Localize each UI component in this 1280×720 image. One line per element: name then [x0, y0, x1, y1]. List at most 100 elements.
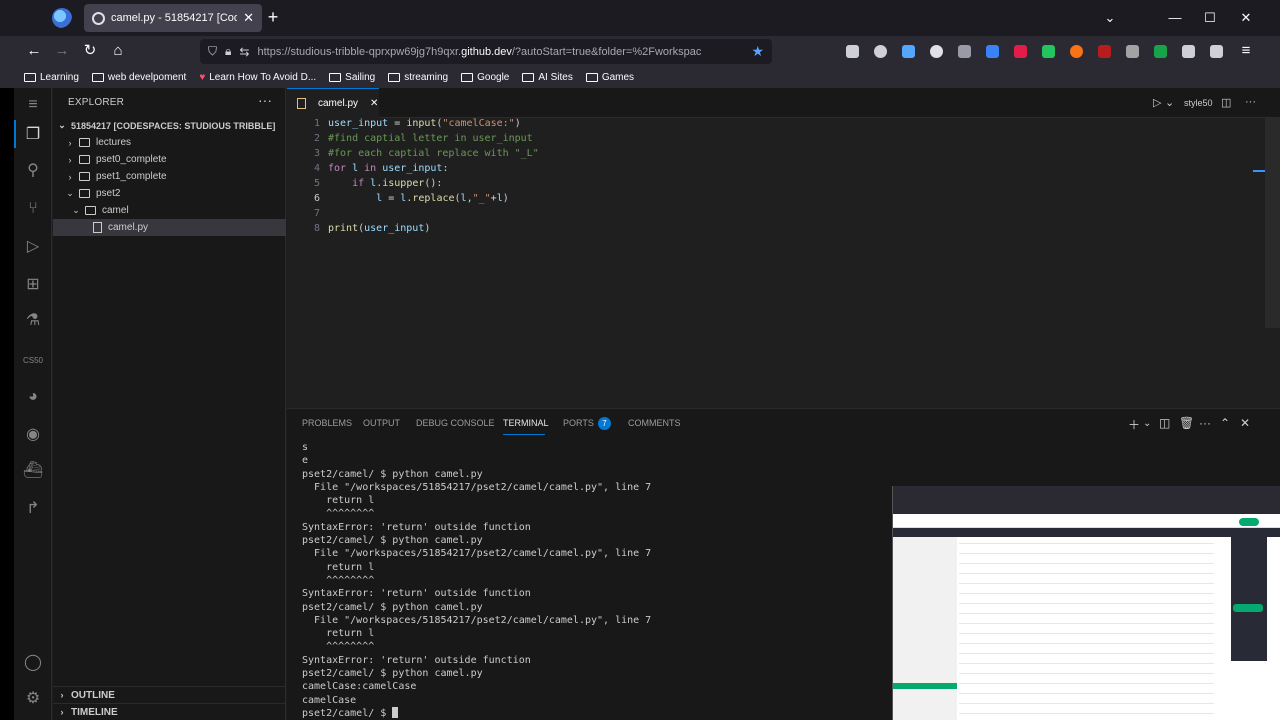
pip-table-row [959, 613, 1214, 614]
tree-folder-pset1[interactable]: › pset1_complete [53, 168, 286, 185]
outline-section[interactable]: › OUTLINE [53, 686, 286, 703]
list-all-tabs-icon[interactable]: ⌄ [1100, 8, 1120, 28]
close-window-button[interactable]: ✕ [1236, 8, 1256, 28]
bookmark-star-icon[interactable]: ★ [751, 43, 764, 60]
youtube-extension-icon[interactable] [1014, 45, 1027, 58]
bookmark-google[interactable]: Google [461, 72, 509, 83]
settings-gear-icon[interactable]: ⚙ [22, 688, 44, 710]
downloads-icon[interactable] [902, 45, 915, 58]
github-icon[interactable]: ◉ [22, 424, 44, 446]
chevron-down-icon[interactable]: ⌄ [1143, 418, 1151, 429]
tab-ports[interactable]: PORTS [563, 418, 594, 428]
extension-shield-icon[interactable] [958, 45, 971, 58]
source-control-icon[interactable]: ⑂ [22, 198, 44, 220]
url-bar[interactable]: ⛉ 🔒︎ ⇆ https://studious-tribble-qprxpw69… [200, 39, 772, 64]
lock-icon[interactable]: 🔒︎ [225, 44, 231, 59]
run-icon[interactable]: ▷ [1153, 96, 1161, 109]
bookmark-games[interactable]: Games [585, 72, 634, 83]
docker-icon[interactable]: ⛴ [22, 460, 44, 482]
picture-in-picture-window[interactable] [892, 486, 1280, 720]
editor-tab-camel-py[interactable]: camel.py ✕ [287, 88, 379, 118]
maximize-panel-icon[interactable]: ⌃ [1220, 416, 1230, 430]
ducky-icon[interactable]: ◕ [22, 386, 44, 408]
bookmark-learn-how-to-avoid[interactable]: ♥ Learn How To Avoid D... [199, 72, 316, 83]
editor-scrollbar[interactable] [1265, 118, 1280, 328]
tree-folder-pset0[interactable]: › pset0_complete [53, 151, 286, 168]
tab-problems[interactable]: PROBLEMS [302, 418, 352, 428]
folder-icon [79, 189, 90, 198]
tab-debug-console[interactable]: DEBUG CONSOLE [416, 418, 495, 428]
tree-folder-camel[interactable]: ⌄ camel [53, 202, 286, 219]
close-panel-icon[interactable]: ✕ [1240, 416, 1250, 430]
reload-button[interactable]: ↻ [80, 41, 100, 61]
shield-icon[interactable]: ⛉ [208, 44, 217, 59]
tools-icon[interactable] [846, 45, 859, 58]
permissions-icon[interactable]: ⇆ [239, 45, 249, 59]
explorer-files-icon[interactable]: ❐ [22, 124, 44, 146]
terminal-line: File "/workspaces/51854217/pset2/camel/c… [302, 548, 652, 560]
extension-gray-icon[interactable] [1126, 45, 1139, 58]
hamburger-menu-icon[interactable]: ≡ [1236, 41, 1256, 61]
menu-icon[interactable]: ≡ [22, 94, 44, 116]
pip-table-row [959, 643, 1214, 644]
reader-icon[interactable] [1182, 45, 1195, 58]
chevron-down-icon[interactable]: ⌄ [1165, 96, 1174, 109]
url-text[interactable]: https://studious-tribble-qprxpw69jg7h9qx… [257, 46, 707, 58]
home-button[interactable]: ⌂ [108, 41, 128, 61]
chevron-right-icon: › [68, 154, 72, 165]
back-button[interactable]: ← [24, 41, 44, 61]
bookmark-streaming[interactable]: streaming [388, 72, 448, 83]
new-tab-button[interactable]: + [264, 8, 282, 28]
timeline-section[interactable]: › TIMELINE [53, 703, 286, 720]
live-share-icon[interactable]: ↱ [22, 498, 44, 520]
terminal-line: pset2/camel/ $ python camel.py [302, 668, 483, 680]
maximize-window-button[interactable]: ☐ [1200, 8, 1220, 28]
tab-comments[interactable]: COMMENTS [628, 418, 681, 428]
minimize-window-button[interactable]: — [1165, 8, 1185, 28]
extension-shield-green-icon[interactable] [1154, 45, 1167, 58]
kill-terminal-icon[interactable]: 🗑︎ [1179, 416, 1194, 430]
code-editor[interactable]: 1 2 3 4 5 6 7 8 user_input = input("came… [287, 118, 1280, 408]
extension-green-icon[interactable] [1042, 45, 1055, 58]
split-terminal-icon[interactable]: ◫ [1159, 416, 1170, 430]
testing-flask-icon[interactable]: ⚗ [22, 310, 44, 332]
tree-folder-pset2[interactable]: ⌄ pset2 [53, 185, 286, 202]
chevron-down-icon: ⌄ [58, 120, 66, 130]
more-actions-icon[interactable]: ··· [258, 92, 272, 108]
extension-blue-icon[interactable] [986, 45, 999, 58]
close-tab-icon[interactable]: ✕ [243, 10, 254, 26]
pocket-icon[interactable] [874, 45, 887, 58]
bookmark-web-develpoment[interactable]: web develpoment [91, 72, 186, 83]
run-debug-icon[interactable]: ▷ [22, 236, 44, 258]
code-line-1: user_input = input("camelCase:") [328, 118, 521, 129]
forward-button[interactable]: → [52, 41, 72, 61]
search-icon[interactable]: ⚲ [22, 160, 44, 182]
style50-button[interactable]: style50 [1184, 98, 1213, 108]
account-icon[interactable]: ◯ [22, 652, 44, 674]
bookmark-sailing[interactable]: Sailing [329, 72, 375, 83]
bookmark-learning[interactable]: Learning [24, 72, 79, 83]
heart-icon: ♥ [199, 71, 206, 83]
browser-tab-active[interactable]: camel.py - 51854217 [Codespac ✕ [84, 4, 262, 32]
extension-orange-icon[interactable] [1070, 45, 1083, 58]
account-icon[interactable] [930, 45, 943, 58]
close-icon[interactable]: ✕ [370, 98, 378, 109]
tab-terminal[interactable]: TERMINAL [503, 418, 549, 428]
folder-icon [79, 138, 90, 147]
workspace-root[interactable]: ⌄ 51854217 [CODESPACES: STUDIOUS TRIBBLE] [53, 117, 286, 134]
extensions-icon[interactable]: ⊞ [22, 274, 44, 296]
more-actions-icon[interactable]: ··· [1245, 96, 1256, 108]
tree-folder-lectures[interactable]: › lectures [53, 134, 286, 151]
folder-icon [79, 172, 90, 181]
bookmark-ai-sites[interactable]: AI Sites [522, 72, 573, 83]
more-actions-icon[interactable]: ··· [1199, 416, 1211, 430]
split-editor-icon[interactable]: ◫ [1221, 96, 1231, 109]
new-terminal-icon[interactable]: ＋ [1128, 416, 1140, 433]
extensions-puzzle-icon[interactable] [1210, 45, 1223, 58]
terminal-output[interactable]: s e pset2/camel/ $ python camel.py File "/… [302, 441, 902, 719]
tab-output[interactable]: OUTPUT [363, 418, 400, 428]
firefox-view-icon[interactable] [52, 8, 72, 28]
cs50-icon[interactable]: CS50 [22, 350, 44, 372]
tree-file-camel-py[interactable]: camel.py [53, 219, 286, 236]
extension-red-icon[interactable] [1098, 45, 1111, 58]
